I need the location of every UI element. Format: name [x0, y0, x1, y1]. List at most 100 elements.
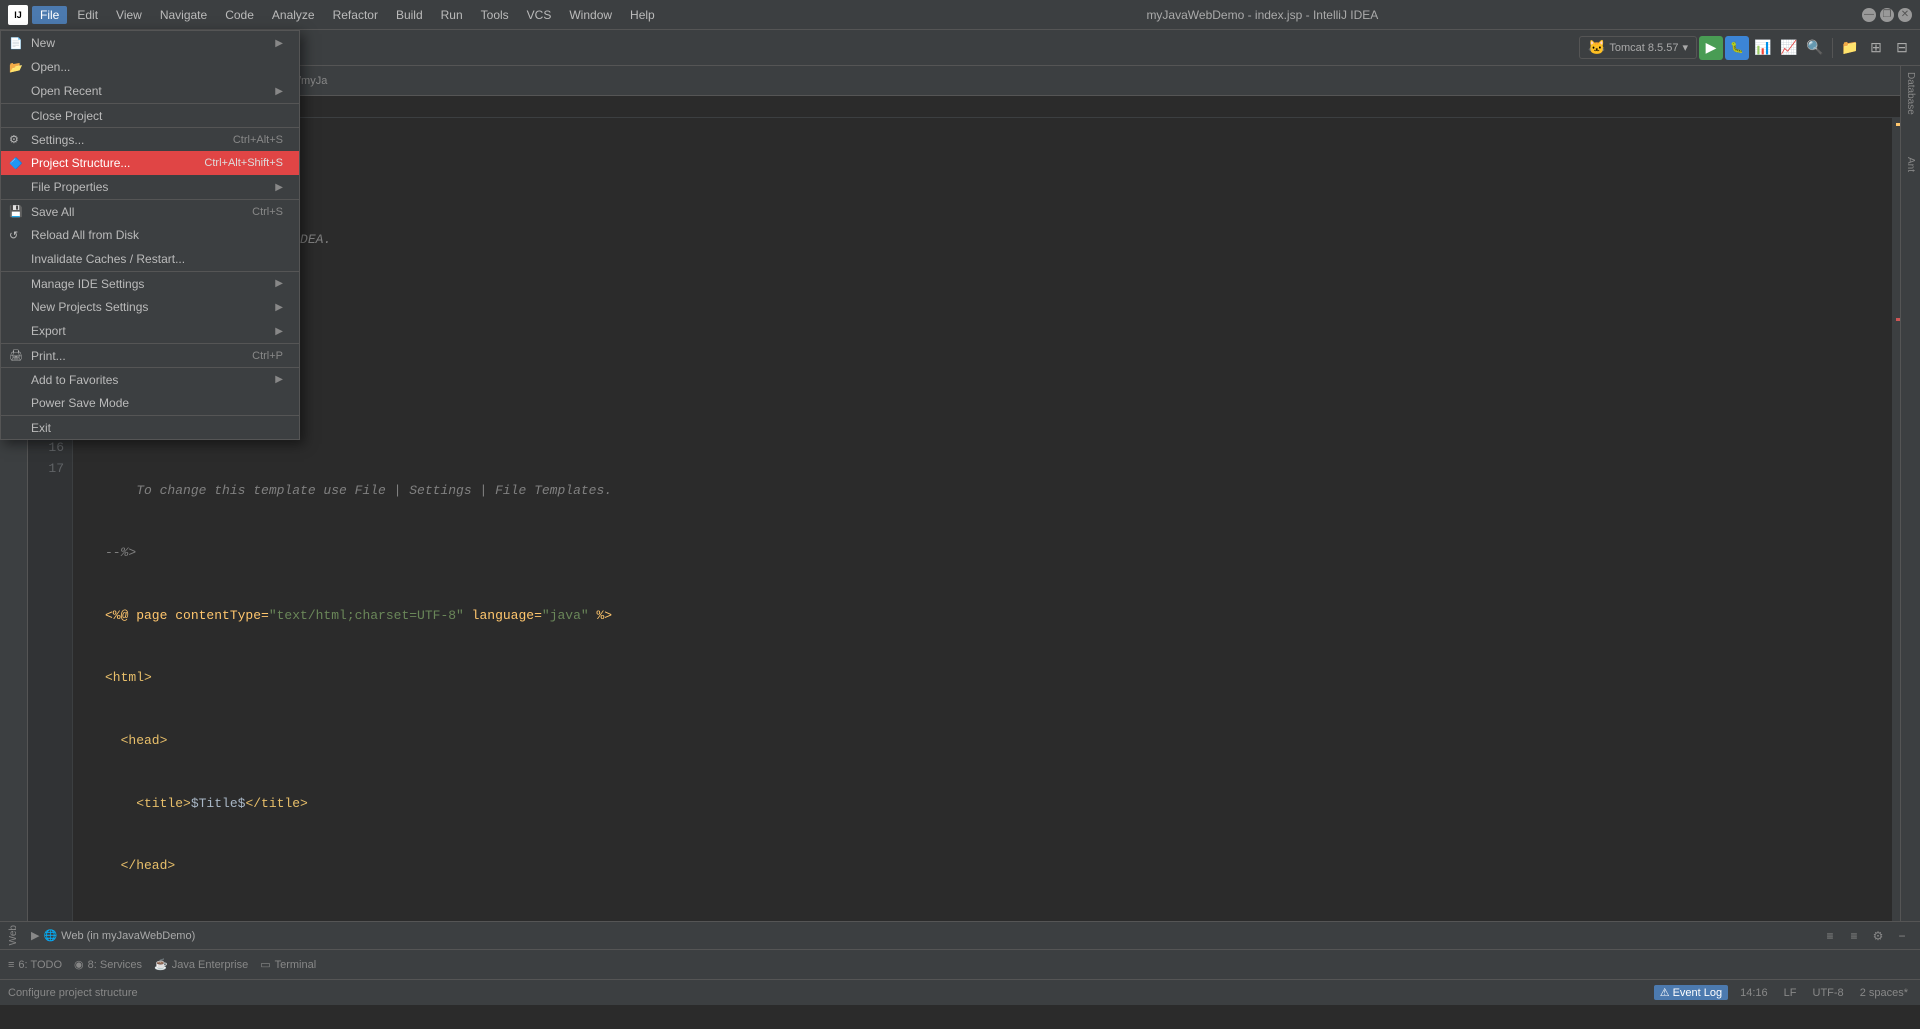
menu-analyze[interactable]: Analyze	[264, 6, 323, 24]
toolbar-split-btn[interactable]: ⊟	[1890, 36, 1914, 60]
menu-help[interactable]: Help	[622, 6, 663, 24]
event-log-button[interactable]: ⚠ Event Log	[1654, 985, 1728, 1000]
web-panel-close-btn[interactable]: −	[1892, 926, 1912, 946]
web-panel-bar: Web ▶ 🌐 Web (in myJavaWebDemo) ≡ ≡ ⚙ −	[0, 921, 1920, 949]
web-item-expand[interactable]: ▶	[31, 929, 39, 942]
sidebar-tab-ant[interactable]: Ant	[1901, 151, 1920, 178]
menu-refactor[interactable]: Refactor	[325, 6, 386, 24]
toolbar-search-btn[interactable]: 🔍	[1803, 36, 1827, 60]
menu-new-projects[interactable]: New Projects Settings ▶	[1, 295, 299, 319]
file-menu-panel: 📄 New ▶ 📂 Open... Open Recent ▶ Close Pr…	[0, 30, 300, 440]
menu-add-favorites[interactable]: Add to Favorites ▶	[1, 367, 299, 391]
run-button[interactable]: ▶	[1699, 36, 1723, 60]
menu-tools[interactable]: Tools	[473, 6, 517, 24]
sidebar-tab-database[interactable]: Database	[1901, 66, 1920, 121]
print-icon: 🖨	[9, 349, 23, 362]
minimize-button[interactable]: —	[1862, 8, 1876, 22]
maximize-button[interactable]: ❐	[1880, 8, 1894, 22]
menu-vcs[interactable]: VCS	[519, 6, 560, 24]
status-indent[interactable]: 2 spaces*	[1856, 987, 1912, 999]
menu-print[interactable]: 🖨 Print... Ctrl+P	[1, 343, 299, 367]
bottom-panel: ≡ 6: TODO ◉ 8: Services ☕ Java Enterpris…	[0, 949, 1920, 979]
debug-button[interactable]: 🐛	[1725, 36, 1749, 60]
menu-settings[interactable]: ⚙ Settings... Ctrl+Alt+S	[1, 127, 299, 151]
web-panel-label[interactable]: Web	[8, 925, 19, 945]
add-favorites-arrow-icon: ▶	[275, 374, 283, 385]
menu-power-save[interactable]: Power Save Mode	[1, 391, 299, 415]
menu-save-all[interactable]: 💾 Save All Ctrl+S	[1, 199, 299, 223]
menu-edit[interactable]: Edit	[69, 6, 106, 24]
profile-btn[interactable]: 📈	[1777, 36, 1801, 60]
code-line-10: <head>	[105, 731, 1880, 752]
status-position[interactable]: 14:16	[1736, 987, 1772, 999]
panel-java-enterprise[interactable]: ☕ Java Enterprise	[154, 958, 248, 971]
menu-build[interactable]: Build	[388, 6, 431, 24]
menu-file[interactable]: File	[32, 6, 67, 24]
terminal-icon: ▭	[260, 958, 270, 971]
new-projects-arrow-icon: ▶	[275, 302, 283, 313]
status-bar: Configure project structure ⚠ Event Log …	[0, 979, 1920, 1005]
menu-file-properties[interactable]: File Properties ▶	[1, 175, 299, 199]
status-encoding[interactable]: UTF-8	[1809, 987, 1848, 999]
menu-window[interactable]: Window	[561, 6, 620, 24]
app-logo: IJ	[8, 5, 28, 25]
window-controls: — ❐ ✕	[1862, 8, 1912, 22]
editor-content: 1 2 3 4 5 6 7 8 9 10 11 12 13 14 15 16 1…	[28, 118, 1900, 921]
panel-services[interactable]: ◉ 8: Services	[74, 958, 142, 971]
tab-bar: ⟳ ≡ ⚙ − 📄 index.jsp ✕ ideaProjects/myJa	[28, 66, 1900, 96]
menu-export[interactable]: Export ▶	[1, 319, 299, 343]
panel-terminal[interactable]: ▭ Terminal	[260, 958, 316, 971]
code-editor[interactable]: <%-- Created by IntelliJ IDEA. User: Cao…	[93, 118, 1892, 921]
web-panel-collapse-btn[interactable]: ≡	[1844, 926, 1864, 946]
event-log-label: Event Log	[1673, 987, 1723, 999]
project-structure-icon: 🔷	[9, 157, 23, 170]
code-line-4: Date: 2020/9/8	[105, 355, 1880, 376]
line-num-16: 16	[28, 438, 72, 459]
code-line-9: <html>	[105, 668, 1880, 689]
open-icon: 📂	[9, 61, 23, 74]
coverage-btn[interactable]: 📊	[1751, 36, 1775, 60]
project-structure-shortcut: Ctrl+Alt+Shift+S	[204, 157, 283, 169]
save-shortcut: Ctrl+S	[252, 206, 283, 218]
manage-ide-arrow-icon: ▶	[275, 278, 283, 289]
reload-icon: ↺	[9, 229, 18, 242]
menu-new[interactable]: 📄 New ▶	[1, 31, 299, 55]
panel-todo[interactable]: ≡ 6: TODO	[8, 959, 62, 971]
toolbar-folder-btn[interactable]: 📁	[1838, 36, 1862, 60]
code-line-8: <%@ page contentType="text/html;charset=…	[105, 606, 1880, 627]
code-line-11: <title>$Title$</title>	[105, 794, 1880, 815]
menu-view[interactable]: View	[108, 6, 150, 24]
menu-open[interactable]: 📂 Open...	[1, 55, 299, 79]
toolbar-layout-btn[interactable]: ⊞	[1864, 36, 1888, 60]
event-log-warning-icon: ⚠	[1660, 986, 1670, 999]
gutter-17	[73, 462, 93, 483]
line-num-17: 17	[28, 459, 72, 480]
file-properties-arrow-icon: ▶	[275, 182, 283, 193]
menu-code[interactable]: Code	[217, 6, 262, 24]
menu-reload[interactable]: ↺ Reload All from Disk	[1, 223, 299, 247]
scroll-indicator	[1892, 118, 1900, 921]
menu-bar: File Edit View Navigate Code Analyze Ref…	[32, 6, 663, 24]
menu-close-project[interactable]: Close Project	[1, 103, 299, 127]
menu-manage-ide[interactable]: Manage IDE Settings ▶	[1, 271, 299, 295]
web-item-icon: 🌐	[43, 929, 57, 942]
editor-container: ⟳ ≡ ⚙ − 📄 index.jsp ✕ ideaProjects/myJa …	[28, 66, 1900, 921]
web-panel-settings-btn[interactable]: ⚙	[1868, 926, 1888, 946]
status-line-ending[interactable]: LF	[1780, 987, 1801, 999]
menu-navigate[interactable]: Navigate	[152, 6, 215, 24]
code-line-2: Created by IntelliJ IDEA.	[105, 230, 1880, 251]
menu-run[interactable]: Run	[433, 6, 471, 24]
close-button[interactable]: ✕	[1898, 8, 1912, 22]
new-icon: 📄	[9, 37, 23, 50]
web-panel-sort-btn[interactable]: ≡	[1820, 926, 1840, 946]
code-line-7: --%>	[105, 543, 1880, 564]
tomcat-selector[interactable]: 🐱 Tomcat 8.5.57 ▾	[1579, 36, 1697, 59]
terminal-label: Terminal	[275, 959, 317, 971]
menu-open-recent[interactable]: Open Recent ▶	[1, 79, 299, 103]
menu-invalidate[interactable]: Invalidate Caches / Restart...	[1, 247, 299, 271]
menu-project-structure[interactable]: 🔷 Project Structure... Ctrl+Alt+Shift+S	[1, 151, 299, 175]
configure-project-link[interactable]: Configure project structure	[8, 987, 138, 999]
menu-exit[interactable]: Exit	[1, 415, 299, 439]
web-item-label: Web (in myJavaWebDemo)	[61, 930, 195, 942]
file-menu-dropdown: 📄 New ▶ 📂 Open... Open Recent ▶ Close Pr…	[0, 30, 300, 440]
